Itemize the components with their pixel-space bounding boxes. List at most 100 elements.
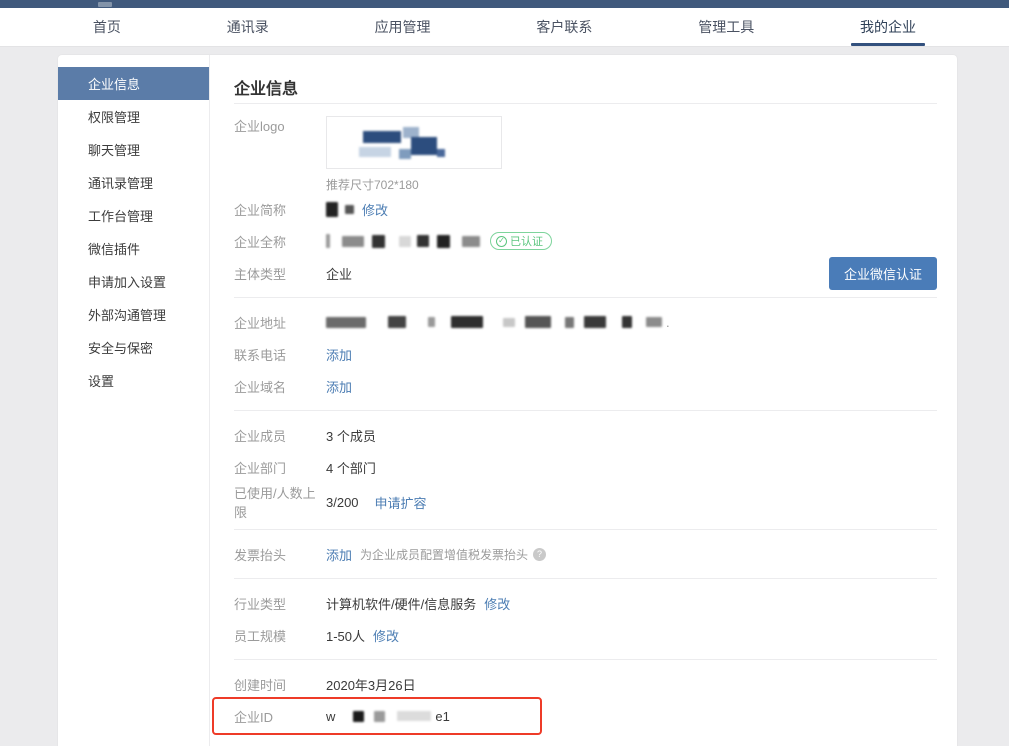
field-row-full-name: 企业全称 ✓ 已认证	[234, 225, 937, 257]
field-row-staff-size: 员工规模 1-50人 修改	[234, 619, 937, 651]
field-label: 企业logo	[234, 116, 326, 135]
tab-label: 通讯录	[227, 17, 269, 37]
section-contact: 企业地址 . 联系电	[234, 297, 937, 410]
members-count: 3 个成员	[326, 426, 376, 445]
settings-sidebar: 企业信息 权限管理 聊天管理 通讯录管理 工作台管理 微信插件 申请加入设置 外…	[58, 55, 210, 746]
field-row-address: 企业地址 .	[234, 306, 937, 338]
field-label: 企业域名	[234, 377, 326, 396]
edit-industry-link[interactable]: 修改	[484, 594, 510, 613]
field-row-invoice: 发票抬头 添加 为企业成员配置增值税发票抬头 ?	[234, 538, 937, 570]
company-logo-image	[355, 125, 475, 163]
field-label: 已使用/人数上限	[234, 483, 326, 521]
page-body: 企业信息 权限管理 聊天管理 通讯录管理 工作台管理 微信插件 申请加入设置 外…	[0, 47, 1009, 746]
sidebar-item-label: 工作台管理	[88, 206, 153, 225]
sidebar-item-security-privacy[interactable]: 安全与保密	[58, 331, 209, 364]
wechat-verify-button[interactable]: 企业微信认证	[829, 257, 937, 290]
company-logo-upload[interactable]	[326, 116, 502, 169]
edit-staff-size-link[interactable]: 修改	[373, 626, 399, 645]
tab-app-management[interactable]: 应用管理	[365, 8, 441, 46]
corp-id-suffix: e1	[435, 709, 449, 724]
sidebar-item-chat-management[interactable]: 聊天管理	[58, 133, 209, 166]
field-label: 企业ID	[234, 707, 326, 726]
chrome-remnant-icon	[98, 2, 112, 7]
field-row-created: 创建时间 2020年3月26日	[234, 668, 937, 700]
info-icon[interactable]: ?	[533, 548, 546, 561]
logo-size-hint: 推荐尺寸702*180	[326, 176, 502, 193]
created-date-value: 2020年3月26日	[326, 675, 416, 694]
verified-badge: ✓ 已认证	[490, 232, 552, 250]
section-invoice: 发票抬头 添加 为企业成员配置增值税发票抬头 ?	[234, 529, 937, 578]
field-label: 企业成员	[234, 426, 326, 445]
tab-label: 管理工具	[698, 17, 754, 37]
sidebar-item-contacts-management[interactable]: 通讯录管理	[58, 166, 209, 199]
verified-badge-label: 已认证	[510, 233, 543, 249]
field-label: 联系电话	[234, 345, 326, 364]
field-row-corp-id: 企业ID w e1	[234, 700, 937, 732]
tab-label: 我的企业	[860, 17, 916, 37]
invoice-hint: 为企业成员配置增值税发票抬头	[360, 546, 528, 563]
sidebar-item-wechat-plugin[interactable]: 微信插件	[58, 232, 209, 265]
redacted-short-name	[326, 202, 354, 217]
check-circle-icon: ✓	[496, 236, 507, 247]
sidebar-item-enterprise-info[interactable]: 企业信息	[58, 67, 209, 100]
field-row-short-name: 企业简称 修改	[234, 193, 937, 225]
page-title: 企业信息	[234, 75, 937, 95]
tab-contacts[interactable]: 通讯录	[217, 8, 279, 46]
quota-value: 3/200	[326, 495, 359, 510]
sidebar-item-label: 设置	[88, 371, 114, 390]
add-domain-link[interactable]: 添加	[326, 377, 352, 396]
tab-label: 客户联系	[536, 17, 592, 37]
address-trailing-dot: .	[666, 315, 670, 330]
edit-short-name-link[interactable]: 修改	[362, 200, 388, 219]
field-label: 创建时间	[234, 675, 326, 694]
tab-label: 应用管理	[375, 17, 431, 37]
entity-type-value: 企业	[326, 264, 352, 283]
sidebar-item-label: 企业信息	[88, 74, 140, 93]
redacted-corp-id	[339, 711, 431, 722]
field-row-members: 企业成员 3 个成员	[234, 419, 937, 451]
industry-value: 计算机软件/硬件/信息服务	[326, 594, 476, 613]
enterprise-info-panel: 企业信息 企业微信认证 企业logo 推荐尺寸702*180	[210, 55, 957, 746]
sidebar-item-label: 外部沟通管理	[88, 305, 166, 324]
section-meta: 创建时间 2020年3月26日 企业ID w e1	[234, 659, 937, 740]
tab-label: 首页	[93, 17, 121, 37]
field-label: 企业简称	[234, 200, 326, 219]
field-row-phone: 联系电话 添加	[234, 338, 937, 370]
field-row-logo: 企业logo 推荐尺寸702*180	[234, 112, 937, 193]
field-label: 行业类型	[234, 594, 326, 613]
active-tab-indicator	[851, 43, 925, 46]
tab-my-enterprise[interactable]: 我的企业	[850, 8, 926, 46]
field-row-industry: 行业类型 计算机软件/硬件/信息服务 修改	[234, 587, 937, 619]
tab-customer-contact[interactable]: 客户联系	[526, 8, 602, 46]
add-phone-link[interactable]: 添加	[326, 345, 352, 364]
field-row-quota: 已使用/人数上限 3/200 申请扩容	[234, 483, 937, 521]
field-label: 员工规模	[234, 626, 326, 645]
field-label: 企业地址	[234, 313, 326, 332]
sidebar-item-label: 通讯录管理	[88, 173, 153, 192]
redacted-address	[326, 316, 662, 328]
sidebar-item-permission-management[interactable]: 权限管理	[58, 100, 209, 133]
field-label: 主体类型	[234, 264, 326, 283]
settings-card: 企业信息 权限管理 聊天管理 通讯录管理 工作台管理 微信插件 申请加入设置 外…	[58, 55, 957, 746]
sidebar-item-label: 聊天管理	[88, 140, 140, 159]
staff-size-value: 1-50人	[326, 626, 365, 645]
add-invoice-link[interactable]: 添加	[326, 545, 352, 564]
corp-id-prefix: w	[326, 709, 335, 724]
field-row-departments: 企业部门 4 个部门	[234, 451, 937, 483]
sidebar-item-label: 安全与保密	[88, 338, 153, 357]
field-row-domain: 企业域名 添加	[234, 370, 937, 402]
sidebar-item-label: 权限管理	[88, 107, 140, 126]
field-label: 企业全称	[234, 232, 326, 251]
sidebar-item-external-comms[interactable]: 外部沟通管理	[58, 298, 209, 331]
sidebar-item-settings[interactable]: 设置	[58, 364, 209, 397]
tab-admin-tools[interactable]: 管理工具	[688, 8, 764, 46]
window-top-bar	[0, 0, 1009, 8]
sidebar-item-join-settings[interactable]: 申请加入设置	[58, 265, 209, 298]
primary-nav: 首页 通讯录 应用管理 客户联系 管理工具 我的企业	[0, 8, 1009, 47]
field-label: 企业部门	[234, 458, 326, 477]
section-industry: 行业类型 计算机软件/硬件/信息服务 修改 员工规模 1-50人 修改	[234, 578, 937, 659]
request-expansion-link[interactable]: 申请扩容	[375, 493, 427, 512]
tab-home[interactable]: 首页	[83, 8, 131, 46]
sidebar-item-workbench-management[interactable]: 工作台管理	[58, 199, 209, 232]
field-label: 发票抬头	[234, 545, 326, 564]
